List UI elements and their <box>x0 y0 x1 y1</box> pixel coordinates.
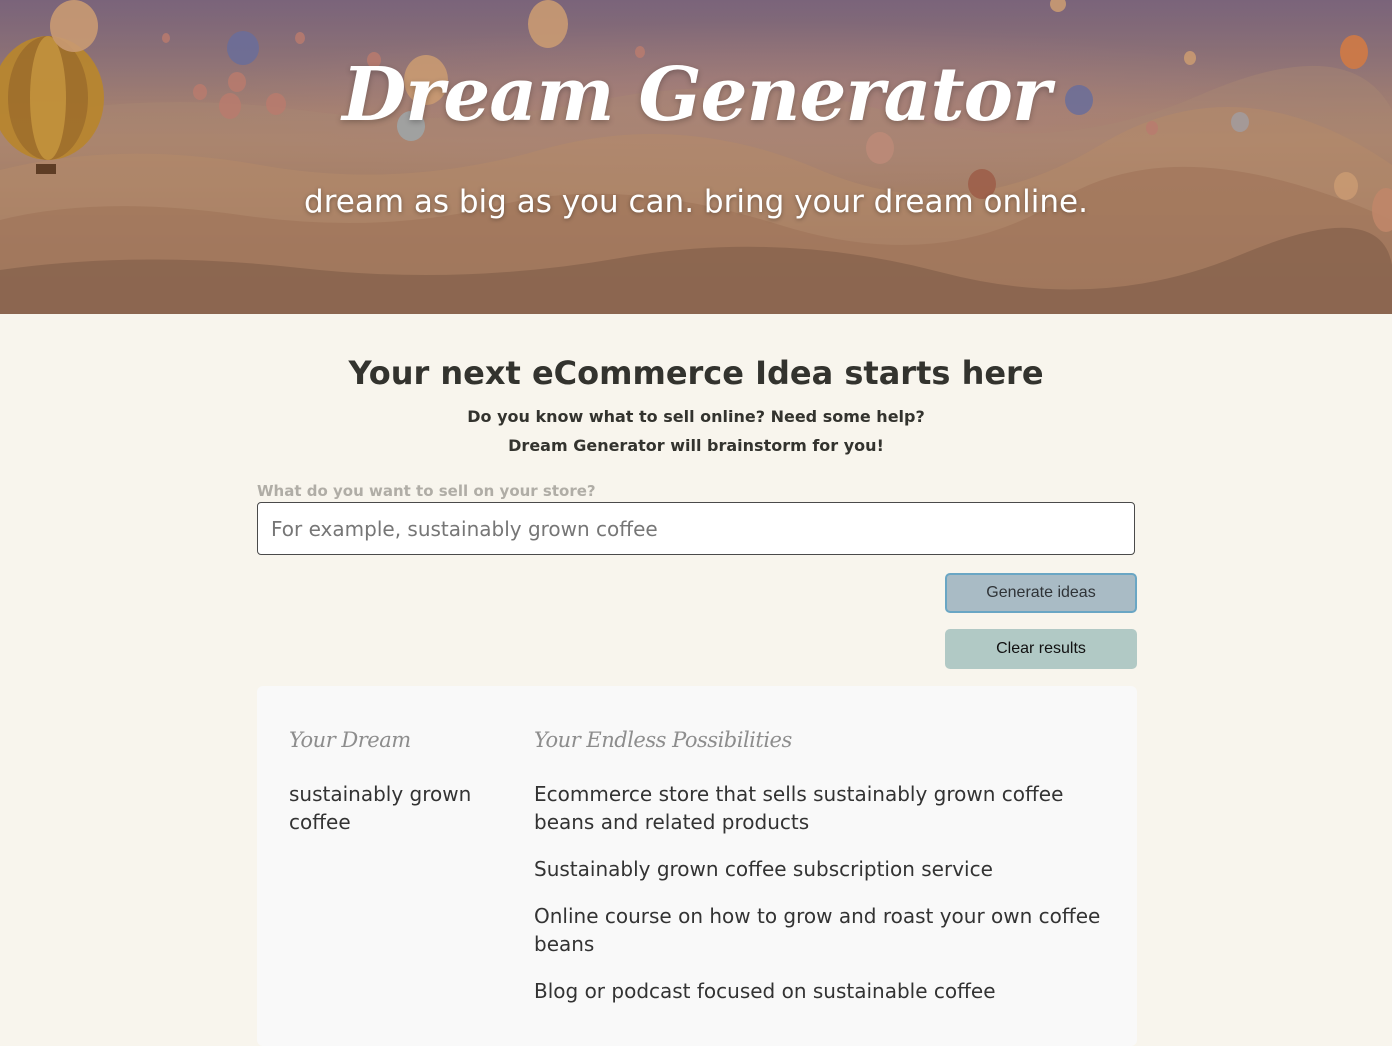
site-title: Dream Generator <box>342 52 1051 138</box>
idea-item: Ecommerce store that sells sustainably g… <box>534 782 1064 834</box>
generate-ideas-button[interactable]: Generate ideas <box>945 573 1137 613</box>
hot-air-balloon-landscape-image <box>0 0 1392 314</box>
idea-item: Sustainably grown coffee subscription se… <box>534 857 993 881</box>
idea-item: Blog or podcast focused on sustainable c… <box>534 979 996 1003</box>
product-field-label: What do you want to sell on your store? <box>257 482 596 500</box>
intro-line-1: Do you know what to sell online? Need so… <box>467 407 925 426</box>
ideas-list: Ecommerce store that sells sustainably g… <box>534 780 1104 1024</box>
product-input[interactable] <box>257 502 1135 555</box>
idea-item: Online course on how to grow and roast y… <box>534 904 1101 956</box>
hero-banner: Dream Generator dream as big as you can.… <box>0 0 1392 314</box>
site-tagline: dream as big as you can. bring your drea… <box>304 184 1088 220</box>
dream-value: sustainably grown coffee <box>289 782 472 834</box>
page-heading: Your next eCommerce Idea starts here <box>348 354 1044 392</box>
intro-line-2: Dream Generator will brainstorm for you! <box>508 436 884 455</box>
possibilities-heading: Your Endless Possibilities <box>534 728 792 752</box>
clear-results-button[interactable]: Clear results <box>945 629 1137 669</box>
your-dream-heading: Your Dream <box>289 728 411 752</box>
